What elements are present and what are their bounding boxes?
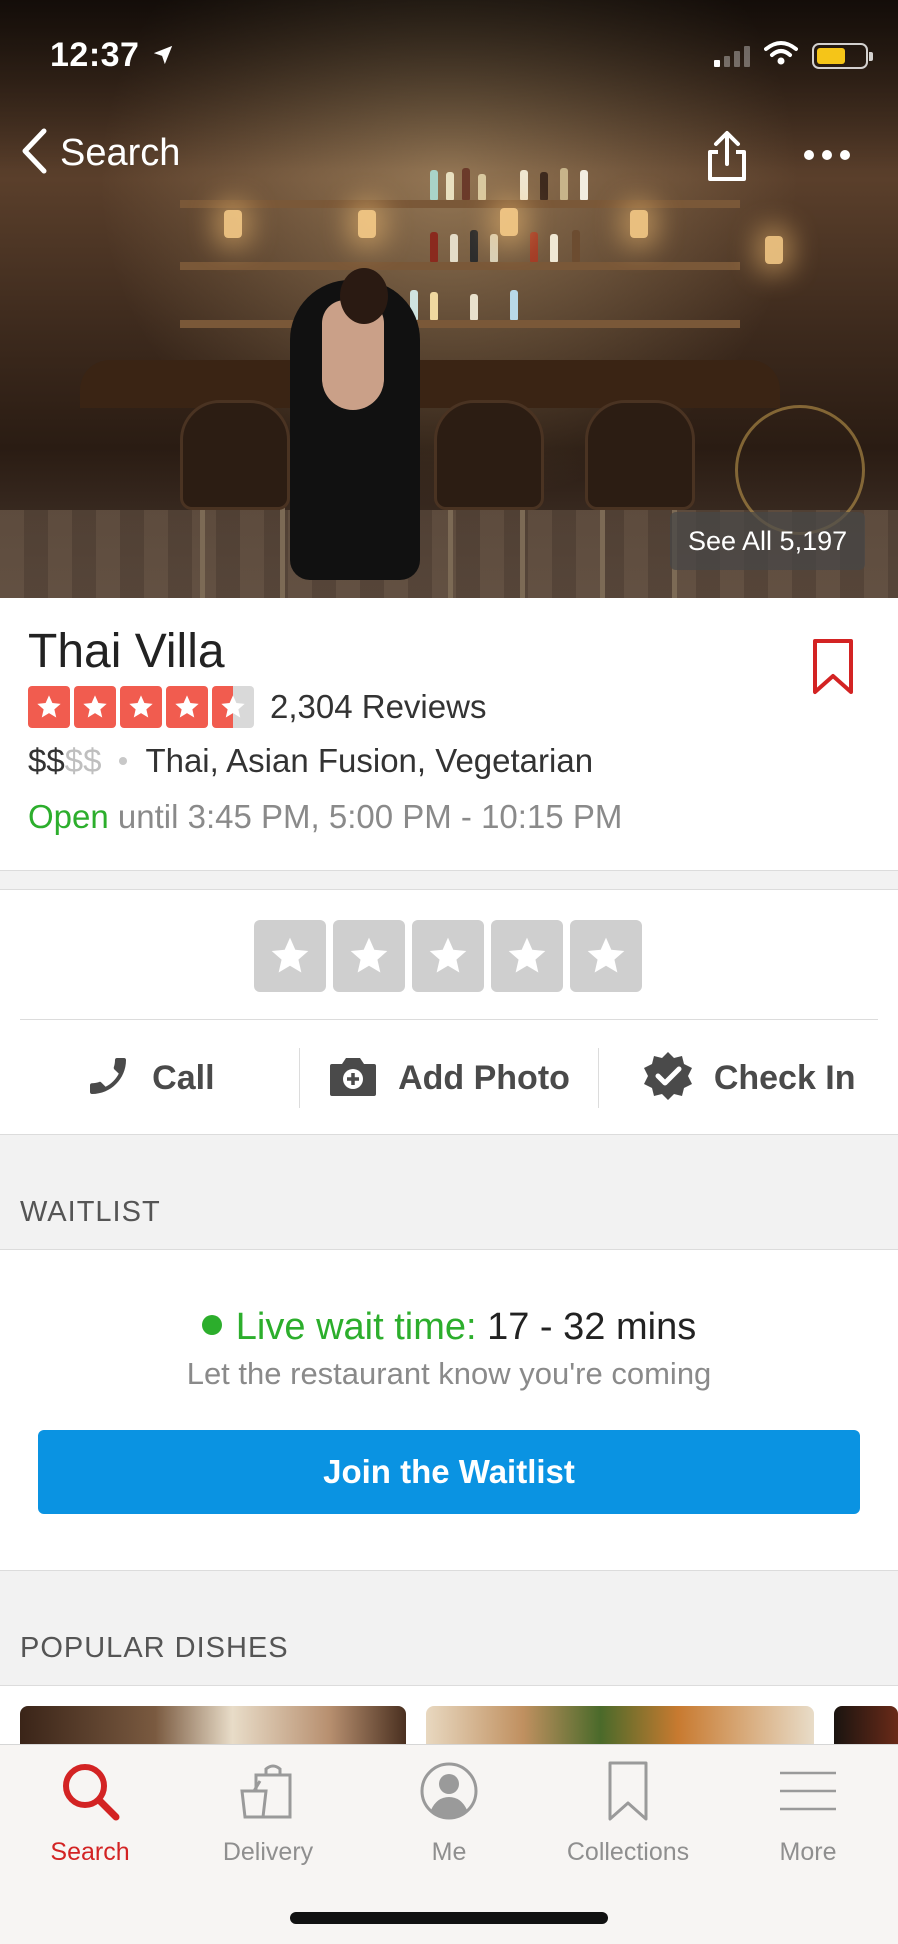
business-name: Thai Villa [28, 625, 225, 678]
more-options-button[interactable] [804, 150, 850, 160]
dish-photo[interactable] [20, 1706, 406, 1746]
dish-photo[interactable] [426, 1706, 814, 1746]
tab-label: Me [431, 1838, 467, 1866]
live-indicator-dot [201, 1315, 222, 1335]
popular-dishes-header-band [0, 1570, 898, 1686]
waitlist-subtitle: Let the restaurant know you're coming [186, 1356, 712, 1391]
check-in-label: Check In [713, 1058, 856, 1097]
price-level-inactive: $$ [64, 742, 102, 779]
cellular-signal-icon [714, 45, 750, 67]
wifi-icon [764, 40, 798, 71]
tab-search[interactable]: Search [0, 1759, 180, 1867]
menu-icon [776, 1759, 840, 1828]
phone-icon [84, 1052, 132, 1105]
back-button[interactable]: Search [20, 128, 180, 179]
call-button[interactable]: Call [0, 1030, 299, 1126]
status-indicators [714, 40, 873, 71]
tab-label: Search [50, 1838, 130, 1866]
tab-label: More [779, 1838, 837, 1866]
star-icon [166, 686, 208, 728]
share-icon [706, 131, 748, 186]
add-photo-label: Add Photo [398, 1058, 570, 1097]
tab-label: Collections [566, 1838, 690, 1866]
tab-more[interactable]: More [718, 1759, 898, 1867]
popular-dishes-header: POPULAR DISHES [20, 1632, 289, 1664]
tab-delivery[interactable]: Delivery [178, 1759, 358, 1867]
join-waitlist-button[interactable]: Join the Waitlist [38, 1430, 860, 1514]
share-button[interactable] [706, 130, 748, 187]
bookmark-icon [812, 639, 854, 700]
waitlist-header-band [0, 1134, 898, 1250]
rating-row[interactable]: 2,304 Reviews [28, 686, 486, 728]
waitlist-header: WAITLIST [20, 1196, 161, 1228]
camera-icon [328, 1054, 378, 1103]
section-separator [0, 870, 898, 890]
live-wait-time: Live wait time: 17 - 32 mins [0, 1306, 898, 1349]
dish-photo[interactable] [834, 1706, 898, 1746]
rate-star-5[interactable] [570, 920, 642, 992]
review-count[interactable]: 2,304 Reviews [270, 688, 486, 726]
star-icon [28, 686, 70, 728]
location-arrow-icon [152, 44, 174, 71]
rate-business-stars [254, 920, 642, 992]
divider [20, 1019, 878, 1020]
star-rating [28, 686, 254, 728]
hours-row[interactable]: Open until 3:45 PM, 5:00 PM - 10:15 PM [28, 798, 622, 836]
live-wait-label: Live wait time: [235, 1306, 477, 1348]
back-button-label: Search [60, 132, 181, 174]
status-time: 12:37 [50, 36, 140, 74]
rate-star-2[interactable] [333, 920, 405, 992]
battery-icon [812, 42, 873, 69]
wait-time-value: 17 - 32 mins [487, 1306, 697, 1348]
star-icon [74, 686, 116, 728]
star-icon [120, 686, 162, 728]
rate-star-4[interactable] [491, 920, 563, 992]
category-row: $$ $$ Thai, Asian Fusion, Vegetarian [28, 742, 593, 780]
tab-me[interactable]: Me [359, 1759, 539, 1867]
hero-photo[interactable]: 12:37 Search See All 5,197 [0, 0, 898, 598]
tab-collections[interactable]: Collections [538, 1759, 718, 1867]
rate-star-1[interactable] [254, 920, 326, 992]
hours-text: until 3:45 PM, 5:00 PM - 10:15 PM [117, 798, 623, 835]
business-info: Thai Villa 2,304 Reviews $$ $$ Thai, Asia… [0, 598, 898, 870]
chevron-left-icon [20, 128, 48, 179]
business-page: 12:37 Search See All 5,197 Thai Villa 2,… [0, 0, 898, 1944]
delivery-bag-icon [236, 1759, 300, 1828]
add-photo-button[interactable]: Add Photo [300, 1030, 599, 1126]
half-star-icon [212, 686, 254, 728]
profile-icon [417, 1759, 481, 1828]
home-indicator [290, 1912, 608, 1924]
tab-label: Delivery [222, 1838, 314, 1866]
search-icon [58, 1759, 122, 1828]
price-level: $$ [28, 742, 65, 779]
bookmark-button[interactable] [812, 638, 854, 701]
check-in-button[interactable]: Check In [599, 1030, 898, 1126]
see-all-photos-button[interactable]: See All 5,197 [670, 512, 866, 570]
rate-star-3[interactable] [412, 920, 484, 992]
check-badge-icon [642, 1050, 694, 1107]
open-status: Open [28, 798, 109, 835]
call-label: Call [152, 1058, 215, 1097]
action-row: Call Add Photo Check In [0, 1030, 898, 1126]
bookmark-icon [596, 1759, 660, 1828]
categories: Thai, Asian Fusion, Vegetarian [145, 742, 594, 779]
